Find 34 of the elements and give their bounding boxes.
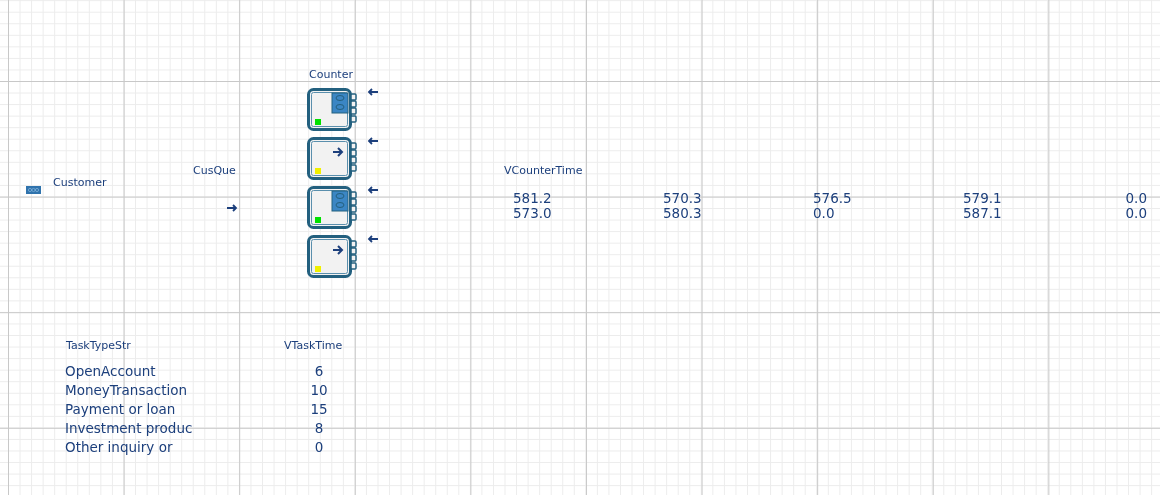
variable-value: 573.0 [513,206,552,221]
task-type-value: Payment or loan [65,402,177,417]
task-type-value: MoneyTransaction [65,383,188,398]
variable-value: 0.0 [1125,191,1147,206]
left-arrow-icon [367,137,379,145]
right-arrow-icon [226,204,238,212]
variable-value: 0.0 [1125,206,1147,221]
variable-label: VTaskTime [284,339,343,352]
task-type-value: OpenAccount [65,364,157,379]
machine-body [307,235,357,278]
task-time-value: 0 [314,440,324,455]
variable-value: 580.3 [663,206,702,221]
machine-body [307,137,357,180]
task-time-value: 6 [314,364,324,379]
variable-value: 581.2 [513,191,552,206]
left-arrow-icon [367,186,379,194]
task-time-value: 10 [310,383,328,398]
counter-label: Counter [309,68,353,81]
source-icon [26,186,41,194]
variable-label: VCounterTime [504,164,583,177]
queue-label: CusQue [193,164,236,177]
source-label: Customer [53,176,107,189]
variable-value: 587.1 [963,206,1002,221]
task-type-value: Investment produc [65,421,193,436]
variable-value: 576.5 [813,191,852,206]
variable-label: TaskTypeStr [66,339,131,352]
variable-value: 570.3 [663,191,702,206]
task-time-value: 15 [310,402,328,417]
variable-value: 579.1 [963,191,1002,206]
task-type-value: Other inquiry or [65,440,174,455]
task-time-value: 8 [314,421,324,436]
left-arrow-icon [367,88,379,96]
left-arrow-icon [367,235,379,243]
variable-value: 0.0 [813,206,835,221]
